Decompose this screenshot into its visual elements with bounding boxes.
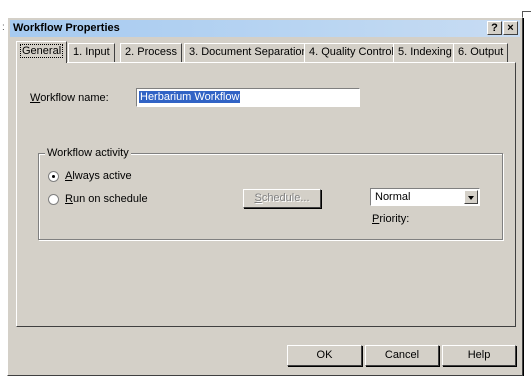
workflow-name-input[interactable]: Herbarium Workflow bbox=[136, 88, 360, 107]
help-title-button[interactable]: ? bbox=[487, 21, 502, 35]
tab-document-separation[interactable]: 3. Document Separation bbox=[184, 43, 313, 62]
cancel-button[interactable]: Cancel bbox=[365, 345, 439, 366]
workflow-name-label: Workflow name: bbox=[30, 92, 109, 104]
schedule-button[interactable]: Schedule... bbox=[243, 189, 321, 208]
run-on-schedule-option[interactable]: Run on schedule bbox=[48, 193, 148, 205]
tab-quality-control[interactable]: 4. Quality Control bbox=[304, 43, 399, 62]
workflow-properties-dialog: Workflow Properties ? × General 1. Input… bbox=[7, 17, 523, 376]
always-active-label: Always active bbox=[65, 170, 132, 182]
background-window bbox=[0, 0, 531, 11]
tab-strip: General 1. Input 2. Process 3. Document … bbox=[16, 41, 516, 63]
run-on-schedule-label: Run on schedule bbox=[65, 193, 148, 205]
dialog-title: Workflow Properties bbox=[13, 22, 120, 34]
general-tab-page: Workflow name: Herbarium Workflow Workfl… bbox=[16, 62, 516, 327]
background-mark: : bbox=[2, 22, 5, 33]
run-on-schedule-radio[interactable] bbox=[48, 193, 59, 205]
always-active-radio[interactable] bbox=[48, 170, 59, 182]
close-title-button[interactable]: × bbox=[503, 21, 518, 35]
tab-process[interactable]: 2. Process bbox=[120, 43, 182, 62]
title-bar[interactable]: Workflow Properties ? × bbox=[10, 20, 520, 37]
tab-indexing[interactable]: 5. Indexing bbox=[393, 43, 457, 62]
ok-button[interactable]: OK bbox=[287, 345, 362, 366]
always-active-option[interactable]: Always active bbox=[48, 170, 132, 182]
chevron-down-icon[interactable] bbox=[464, 190, 478, 204]
help-button[interactable]: Help bbox=[442, 345, 516, 366]
workflow-name-value: Herbarium Workflow bbox=[139, 91, 241, 103]
priority-label: Priority: bbox=[372, 213, 410, 225]
tab-general[interactable]: General bbox=[16, 41, 68, 63]
priority-select[interactable]: Normal bbox=[370, 188, 480, 206]
priority-value: Normal bbox=[375, 191, 411, 203]
tab-input[interactable]: 1. Input bbox=[68, 43, 115, 62]
tab-output[interactable]: 6. Output bbox=[453, 43, 509, 62]
workflow-activity-legend: Workflow activity bbox=[45, 147, 131, 159]
background-window-edge bbox=[522, 11, 531, 37]
